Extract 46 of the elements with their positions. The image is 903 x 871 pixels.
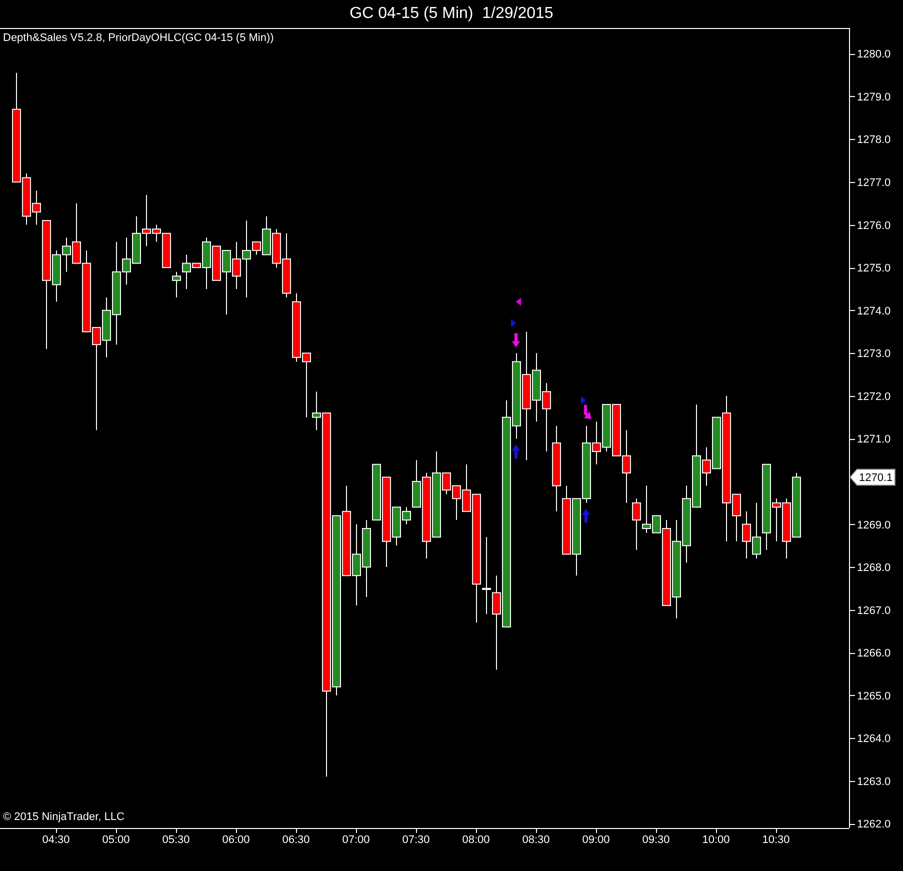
time-label: 07:30 <box>402 834 430 846</box>
price-label: 1264.0 <box>857 733 891 746</box>
candlestick <box>292 292 301 362</box>
price-label: 1280.0 <box>857 48 891 61</box>
price-label: 1262.0 <box>857 818 891 831</box>
time-label: 09:30 <box>642 834 670 846</box>
candlestick <box>792 472 801 538</box>
price-label: 1267.0 <box>857 604 891 617</box>
price-label: 1276.0 <box>857 220 891 232</box>
price-label: 1279.0 <box>857 91 891 104</box>
price-label: 1278.0 <box>857 134 891 146</box>
time-label: 10:00 <box>702 834 730 846</box>
time-label: 05:30 <box>162 834 190 846</box>
time-label: 06:30 <box>282 834 310 846</box>
price-label: 1271.0 <box>857 434 891 446</box>
candlestick <box>612 404 621 456</box>
candlestick <box>742 510 751 559</box>
time-label: 08:30 <box>522 834 550 846</box>
price-label: 1265.0 <box>857 690 891 702</box>
time-label: 09:00 <box>582 834 610 846</box>
time-label: 08:00 <box>462 834 490 846</box>
price-label: 1263.0 <box>857 776 891 788</box>
last-price-tag: 1270.1 <box>849 468 896 486</box>
time-label: 06:00 <box>222 834 250 846</box>
candlestick <box>172 271 181 298</box>
time-label: 07:00 <box>342 834 370 846</box>
price-label: 1269.0 <box>857 519 891 532</box>
chart-title: GC 04-15 (5 Min) 1/29/2015 <box>350 5 554 23</box>
candlestick <box>132 216 141 264</box>
indicator-label: Depth&Sales V5.2.8, PriorDayOHLC(GC 04-15 (5 Min)) <box>3 32 274 44</box>
candlestick <box>602 404 611 452</box>
price-label: 1273.0 <box>857 348 891 360</box>
price-label: 1277.0 <box>857 177 891 189</box>
candlestick <box>782 498 791 559</box>
price-label: 1266.0 <box>857 648 891 660</box>
candlestick <box>562 485 571 555</box>
time-label: 04:30 <box>42 834 70 846</box>
copyright-text: © 2015 NinjaTrader, LLC <box>3 811 124 823</box>
price-label: 1275.0 <box>857 262 891 275</box>
price-label: 1268.0 <box>857 562 891 574</box>
price-label: 1274.0 <box>857 305 891 318</box>
time-label: 05:00 <box>102 834 130 846</box>
candlestick <box>542 382 551 452</box>
time-label: 10:30 <box>762 834 790 846</box>
price-label: 1272.0 <box>857 390 891 403</box>
candlestick <box>632 498 641 550</box>
